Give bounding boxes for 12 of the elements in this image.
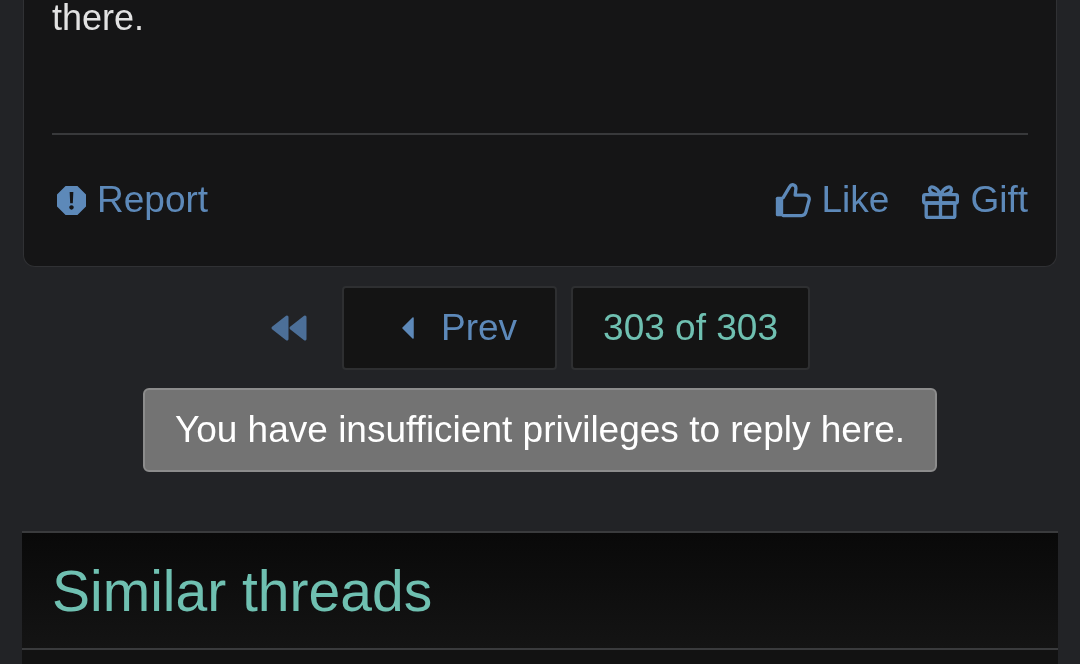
post-text: there.	[52, 0, 146, 36]
like-link[interactable]: Like	[774, 176, 890, 224]
exclamation-octagon-icon	[57, 185, 86, 215]
prev-button[interactable]: Prev	[342, 286, 558, 370]
caret-left-icon	[402, 317, 414, 339]
section-title: Similar threads	[52, 557, 433, 625]
rewind-icon[interactable]	[270, 314, 308, 342]
notice-message: You have insufficient privileges to reply here.	[142, 388, 938, 472]
gift-link[interactable]: Gift	[922, 176, 1028, 224]
page-jump-button[interactable]: 303 of 303	[571, 286, 810, 370]
report-link[interactable]: Report	[57, 176, 209, 224]
thumbs-up-icon	[774, 182, 811, 218]
